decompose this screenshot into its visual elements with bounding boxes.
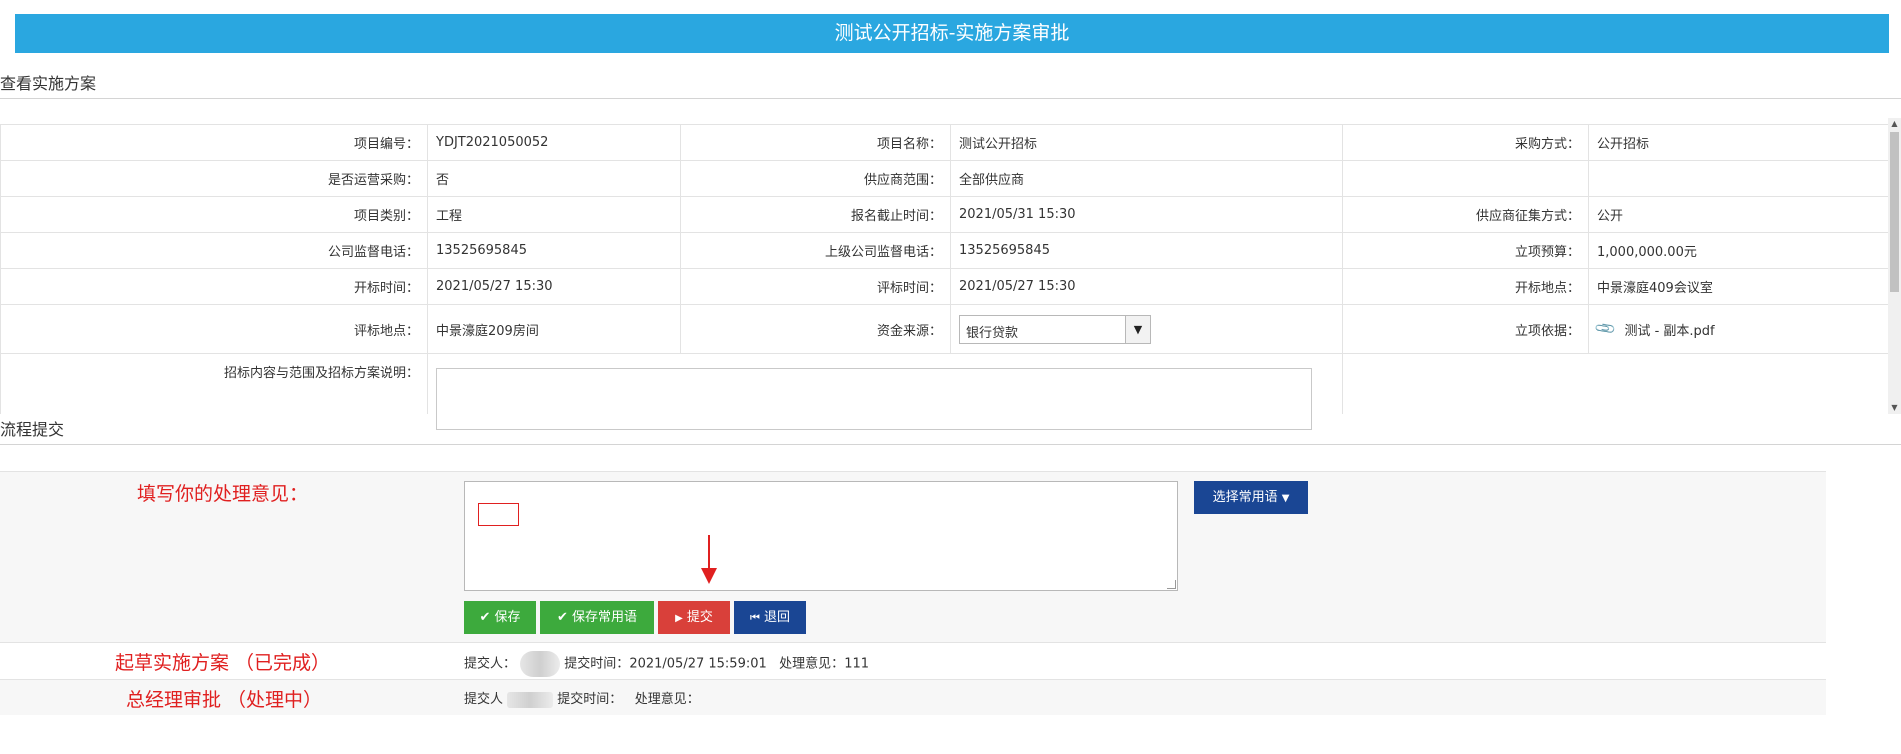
empty-cell bbox=[1342, 353, 1888, 414]
submitter-label: 提交人 bbox=[464, 692, 504, 707]
arrow-head bbox=[701, 568, 717, 584]
field-label: 评标时间： bbox=[680, 268, 951, 305]
paperclip-icon: 📎 bbox=[1593, 317, 1618, 341]
history-details: 提交人： 提交时间：2021/05/27 15:59:01 处理意见：111 bbox=[464, 651, 869, 677]
section-title-flow: 流程提交 bbox=[0, 420, 65, 439]
check-icon: ✔ bbox=[556, 610, 568, 625]
page-title: 测试公开招标-实施方案审批 bbox=[15, 14, 1889, 53]
skip-back-icon: ⏮ bbox=[749, 611, 760, 624]
scroll-down-icon[interactable]: ▼ bbox=[1888, 402, 1901, 414]
time-label: 提交时间： bbox=[557, 692, 623, 707]
field-value: 13525695845 bbox=[427, 232, 681, 269]
field-value: 2021/05/27 15:30 bbox=[427, 268, 681, 305]
field-value: 公开招标 bbox=[1588, 124, 1888, 161]
field-value: 2021/05/27 15:30 bbox=[950, 268, 1343, 305]
field-label: 项目编号： bbox=[0, 124, 428, 161]
divider bbox=[0, 444, 1901, 445]
description-textarea[interactable] bbox=[436, 368, 1312, 430]
highlight-box bbox=[478, 503, 519, 526]
opinion-input[interactable] bbox=[464, 481, 1178, 591]
save-phrase-button[interactable]: ✔ 保存常用语 bbox=[540, 601, 654, 634]
field-label: 报名截止时间： bbox=[680, 196, 951, 233]
arrow-annotation bbox=[708, 535, 710, 569]
select-value: 银行贷款 bbox=[966, 325, 1019, 341]
check-icon: ✔ bbox=[479, 610, 491, 625]
button-label: 保存 bbox=[494, 610, 521, 625]
field-label: 开标地点： bbox=[1342, 268, 1589, 305]
scroll-up-icon[interactable]: ▲ bbox=[1888, 118, 1901, 130]
table-row: 项目编号： YDJT2021050052 项目名称： 测试公开招标 采购方式： 公开招标 bbox=[0, 124, 1888, 161]
save-button[interactable]: ✔ 保存 bbox=[464, 601, 536, 634]
flow-panel: 填写你的处理意见： 选择常用语 ▼ ✔ 保存 ✔ 保存常用语 ▶ 提交 ⏮ 退回… bbox=[0, 471, 1826, 715]
history-row: 起草实施方案 （已完成） 提交人： 提交时间：2021/05/27 15:59:… bbox=[0, 642, 1826, 679]
back-button[interactable]: ⏮ 退回 bbox=[734, 601, 806, 634]
table-row: 项目类别： 工程 报名截止时间： 2021/05/31 15:30 供应商征集方式： 公开 bbox=[0, 196, 1888, 233]
chevron-down-icon: ▼ bbox=[1281, 493, 1290, 504]
submitter-label: 提交人： bbox=[464, 656, 517, 672]
opinion-row: 填写你的处理意见： 选择常用语 ▼ ✔ 保存 ✔ 保存常用语 ▶ 提交 ⏮ 退回 bbox=[0, 471, 1826, 642]
scroll-thumb[interactable] bbox=[1890, 132, 1899, 292]
field-value: 否 bbox=[427, 160, 681, 197]
submit-button[interactable]: ▶ 提交 bbox=[658, 601, 730, 634]
field-label: 上级公司监督电话： bbox=[680, 232, 951, 269]
field-label: 评标地点： bbox=[0, 304, 428, 354]
avatar bbox=[520, 651, 561, 677]
section-title-view: 查看实施方案 bbox=[0, 74, 97, 93]
field-label: 开标时间： bbox=[0, 268, 428, 305]
field-label: 公司监督电话： bbox=[0, 232, 428, 269]
history-row: 总经理审批 （处理中） 提交人 提交时间： 处理意见： bbox=[0, 679, 1826, 715]
button-label: 提交 bbox=[686, 610, 713, 625]
opinion-label: 处理意见： bbox=[634, 692, 700, 707]
field-label: 采购方式： bbox=[1342, 124, 1589, 161]
divider bbox=[0, 98, 1901, 99]
field-label: 供应商征集方式： bbox=[1342, 196, 1589, 233]
common-phrase-button[interactable]: 选择常用语 ▼ bbox=[1194, 481, 1308, 514]
field-value: 1,000,000.00元 bbox=[1588, 232, 1888, 269]
field-value: 中景濠庭209房间 bbox=[427, 304, 681, 354]
field-value: 测试公开招标 bbox=[950, 124, 1343, 161]
attachment-cell: 📎 测试 - 副本.pdf bbox=[1588, 304, 1888, 354]
button-label: 保存常用语 bbox=[572, 610, 638, 625]
opinion-value: 111 bbox=[844, 656, 870, 672]
field-label bbox=[1342, 160, 1589, 197]
step-status: 总经理审批 （处理中） bbox=[126, 689, 323, 711]
button-label: 退回 bbox=[764, 610, 791, 625]
field-value: 全部供应商 bbox=[950, 160, 1343, 197]
field-label: 立项预算： bbox=[1342, 232, 1589, 269]
table-row: 开标时间： 2021/05/27 15:30 评标时间： 2021/05/27 15:… bbox=[0, 268, 1888, 305]
field-label: 是否运营采购： bbox=[0, 160, 428, 197]
table-row: 公司监督电话： 13525695845 上级公司监督电话： 13525695845 立项… bbox=[0, 232, 1888, 269]
field-value: YDJT2021050052 bbox=[427, 124, 681, 161]
field-value bbox=[1588, 160, 1888, 197]
field-label: 项目类别： bbox=[0, 196, 428, 233]
field-value: 2021/05/31 15:30 bbox=[950, 196, 1343, 233]
history-details: 提交人 提交时间： 处理意见： bbox=[464, 688, 700, 708]
field-label: 立项依据： bbox=[1342, 304, 1589, 354]
avatar bbox=[507, 691, 554, 708]
chevron-down-icon[interactable]: ▼ bbox=[1125, 315, 1150, 343]
field-label: 招标内容与范围及招标方案说明： bbox=[0, 353, 428, 414]
step-status: 起草实施方案 （已完成） bbox=[115, 652, 331, 674]
time-label: 提交时间： bbox=[564, 656, 630, 672]
play-icon: ▶ bbox=[675, 613, 683, 624]
field-value: 中景濠庭409会议室 bbox=[1588, 268, 1888, 305]
scrollbar[interactable]: ▲ ▼ bbox=[1888, 118, 1901, 414]
fund-source-cell: 银行贷款 ▼ bbox=[950, 304, 1343, 354]
opinion-label: 填写你的处理意见： bbox=[137, 483, 309, 505]
resize-handle[interactable] bbox=[1167, 580, 1176, 589]
table-row: 评标地点： 中景濠庭209房间 资金来源： 银行贷款 ▼ 立项依据： 📎 测试 … bbox=[0, 304, 1888, 354]
field-label: 项目名称： bbox=[680, 124, 951, 161]
button-label: 选择常用语 bbox=[1212, 490, 1278, 505]
field-label: 资金来源： bbox=[680, 304, 951, 354]
opinion-label: 处理意见： bbox=[779, 656, 845, 672]
attachment-link[interactable]: 测试 - 副本.pdf bbox=[1624, 320, 1714, 339]
field-value: 工程 bbox=[427, 196, 681, 233]
field-value: 13525695845 bbox=[950, 232, 1343, 269]
table-row: 是否运营采购：否供应商范围： 全部供应商 bbox=[0, 160, 1888, 197]
field-value: 公开 bbox=[1588, 196, 1888, 233]
field-label: 供应商范围： bbox=[680, 160, 951, 197]
fund-source-select[interactable]: 银行贷款 ▼ bbox=[959, 314, 1151, 344]
time-value: 2021/05/27 15:59:01 bbox=[629, 656, 767, 672]
